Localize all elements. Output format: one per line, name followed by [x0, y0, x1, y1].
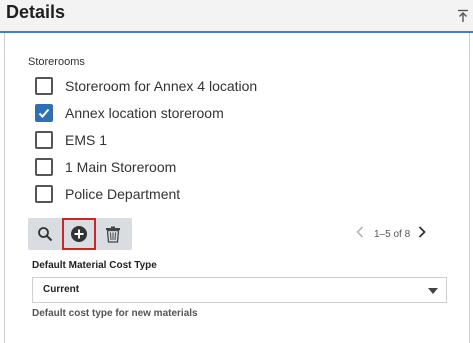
- checkbox[interactable]: [35, 185, 53, 203]
- checkbox[interactable]: [35, 131, 53, 149]
- collapse-icon[interactable]: [457, 9, 469, 23]
- caret-down-icon: [428, 288, 438, 294]
- pagination: 1–5 of 8: [356, 225, 426, 243]
- chevron-left-icon: [356, 226, 364, 238]
- storeroom-option-label: Police Department: [65, 186, 181, 202]
- storeroom-option[interactable]: Police Department: [35, 183, 180, 205]
- cost-type-label: Default Material Cost Type: [32, 260, 157, 271]
- storerooms-label: Storerooms: [28, 56, 85, 68]
- page-range: 1–5 of 8: [374, 228, 411, 240]
- storeroom-option-label: 1 Main Storeroom: [65, 159, 177, 175]
- storeroom-option-label: Storeroom for Annex 4 location: [65, 78, 258, 94]
- checkbox-checked[interactable]: [35, 104, 53, 122]
- storeroom-option[interactable]: 1 Main Storeroom: [35, 156, 176, 178]
- storeroom-option[interactable]: Annex location storeroom: [35, 102, 224, 124]
- search-icon: [38, 227, 53, 242]
- search-button[interactable]: [28, 218, 62, 250]
- storeroom-option[interactable]: Storeroom for Annex 4 location: [35, 75, 257, 97]
- chevron-right-icon: [419, 226, 426, 238]
- cost-type-select[interactable]: Current: [32, 277, 447, 303]
- storeroom-option-label: EMS 1: [65, 132, 108, 148]
- storeroom-option-label: Annex location storeroom: [65, 105, 224, 121]
- page-title: Details: [6, 2, 66, 22]
- details-header: Details: [0, 0, 473, 33]
- cost-type-value: Current: [43, 284, 80, 295]
- checkbox[interactable]: [35, 158, 53, 176]
- add-circle-icon: [71, 226, 87, 242]
- cost-type-help: Default cost type for new materials: [32, 308, 198, 319]
- list-toolbar: [28, 218, 132, 250]
- previous-page-button[interactable]: [356, 225, 364, 243]
- checkmark-icon: [38, 108, 50, 118]
- next-page-button[interactable]: [418, 225, 426, 243]
- trash-icon: [106, 226, 120, 243]
- checkbox[interactable]: [35, 77, 53, 95]
- add-button[interactable]: [62, 218, 96, 250]
- delete-button[interactable]: [96, 218, 130, 250]
- storeroom-option[interactable]: EMS 1: [35, 129, 107, 151]
